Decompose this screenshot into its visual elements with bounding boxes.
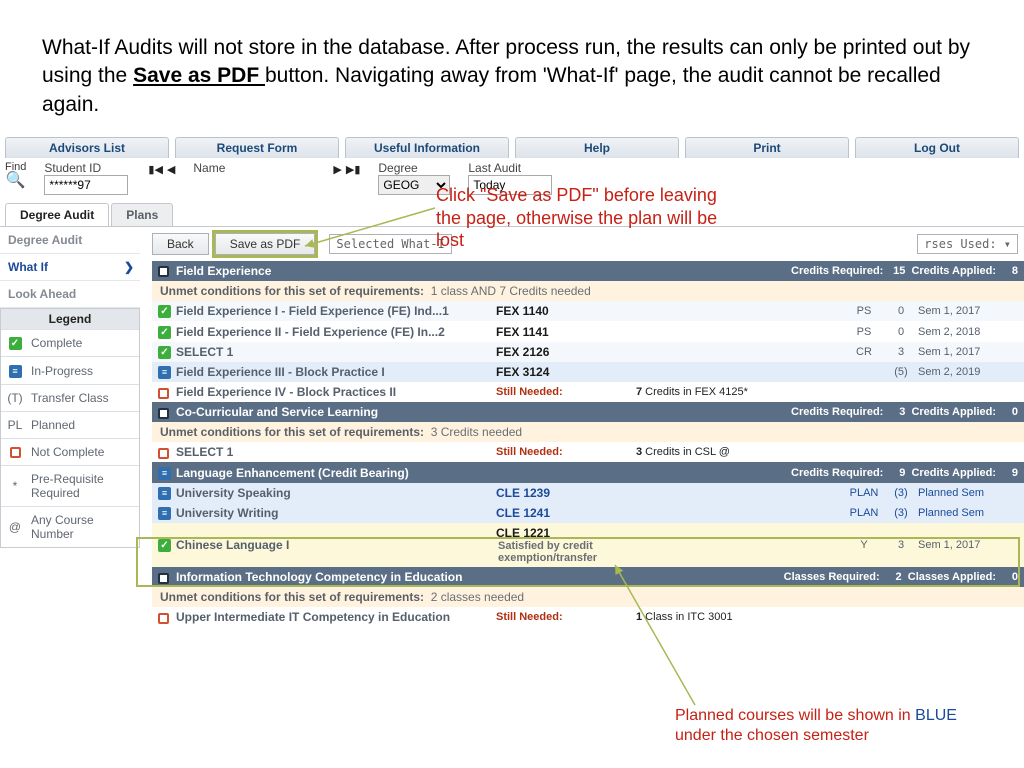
nav-request-form[interactable]: Request Form [175,137,339,158]
legend-icon: (T) [7,391,23,405]
next-record-icon[interactable]: ▶ [333,163,341,176]
legend-row: Complete [1,329,139,356]
record-nav: ▮◀ ◀ [148,163,175,176]
requirement-row: SELECT 1FEX 2126CR3Sem 1, 2017 [152,342,1024,362]
nav-log-out[interactable]: Log Out [855,137,1019,158]
find-button[interactable]: Find 🔍 [5,161,26,189]
requirement-row: Field Experience III - Block Practice IF… [152,362,1024,382]
requirement-row: University SpeakingCLE 1239PLAN(3)Planne… [152,483,1024,503]
requirement-row: Field Experience I - Field Experience (F… [152,301,1024,321]
requirement-row: SELECT 1Still Needed:3 Credits in CSL @ [152,442,1024,462]
legend-icon: * [7,479,23,493]
requirement-row: Field Experience II - Field Experience (… [152,321,1024,341]
annotation-planned-blue: Planned courses will be shown in BLUE un… [675,706,995,746]
student-id-label: Student ID [44,161,128,175]
nav-useful-information[interactable]: Useful Information [345,137,509,158]
courses-used-dropdown[interactable]: rses Used: ▾ [917,234,1018,254]
nav-help[interactable]: Help [515,137,679,158]
legend-row: In-Progress [1,356,139,383]
requirement-row: Upper Intermediate IT Competency in Educ… [152,607,1024,627]
nav-print[interactable]: Print [685,137,849,158]
legend-row: PL Planned [1,411,139,438]
requirement-row: Field Experience IV - Block Practices II… [152,382,1024,402]
name-label: Name [193,161,313,175]
search-icon: 🔍 [6,173,26,189]
instruction-text: What-If Audits will not store in the dat… [0,0,1024,137]
block-header: Information Technology Competency in Edu… [152,567,1024,587]
audit-body: Field ExperienceCredits Required:15 Cred… [152,261,1024,627]
unmet-conditions: Unmet conditions for this set of require… [152,587,1024,607]
block-header: Co-Curricular and Service LearningCredit… [152,402,1024,422]
degree-label: Degree [378,161,450,175]
legend-icon [7,445,23,459]
student-id-input[interactable] [44,175,128,195]
side-menu: Degree Audit What If❯ Look Ahead [0,227,140,308]
side-look-ahead[interactable]: Look Ahead [0,281,140,308]
legend-row: Not Complete [1,438,139,465]
legend-label: Not Complete [31,445,104,459]
legend-row: @ Any Course Number [1,506,139,547]
legend-icon: PL [7,418,23,432]
legend-header: Legend [1,309,139,329]
annotation-save-pdf: Click "Save as PDF" before leaving the p… [436,184,726,252]
requirement-row: Chinese Language ICLE 1221Satisfied by c… [152,523,1024,567]
first-record-icon[interactable]: ▮◀ [148,163,163,176]
legend-icon [7,363,23,377]
back-button[interactable]: Back [152,233,209,255]
legend-label: Planned [31,418,75,432]
record-nav-right: ▶ ▶▮ [333,163,360,176]
side-what-if[interactable]: What If❯ [0,254,140,281]
requirement-row: University WritingCLE 1241PLAN(3)Planned… [152,503,1024,523]
selected-what-if-box: Selected What-I [329,234,451,254]
unmet-conditions: Unmet conditions for this set of require… [152,281,1024,301]
legend-label: Any Course Number [31,513,133,541]
legend-label: Pre-Requisite Required [31,472,133,500]
unmet-conditions: Unmet conditions for this set of require… [152,422,1024,442]
prev-record-icon[interactable]: ◀ [167,163,175,176]
legend: Legend Complete In-Progress (T) Transfer Cl… [0,308,140,548]
legend-row: * Pre-Requisite Required [1,465,139,506]
save-as-pdf-button[interactable]: Save as PDF [215,233,316,255]
legend-row: (T) Transfer Class [1,384,139,411]
legend-label: Transfer Class [31,391,109,405]
chevron-right-icon: ❯ [124,260,134,274]
block-header: Field ExperienceCredits Required:15 Cred… [152,261,1024,281]
main-content: Back Save as PDF Selected What-I rses Us… [140,227,1024,627]
legend-label: In-Progress [31,364,93,378]
side-degree-audit[interactable]: Degree Audit [0,227,140,254]
tab-degree-audit[interactable]: Degree Audit [5,203,109,226]
legend-icon: @ [7,520,23,534]
nav-advisors-list[interactable]: Advisors List [5,137,169,158]
last-record-icon[interactable]: ▶▮ [346,163,361,176]
top-nav: Advisors List Request Form Useful Inform… [0,137,1024,158]
block-header: Language Enhancement (Credit Bearing)Cre… [152,462,1024,482]
tab-plans[interactable]: Plans [111,203,173,226]
legend-icon [7,336,23,350]
legend-label: Complete [31,336,82,350]
last-audit-label: Last Audit [468,161,552,175]
